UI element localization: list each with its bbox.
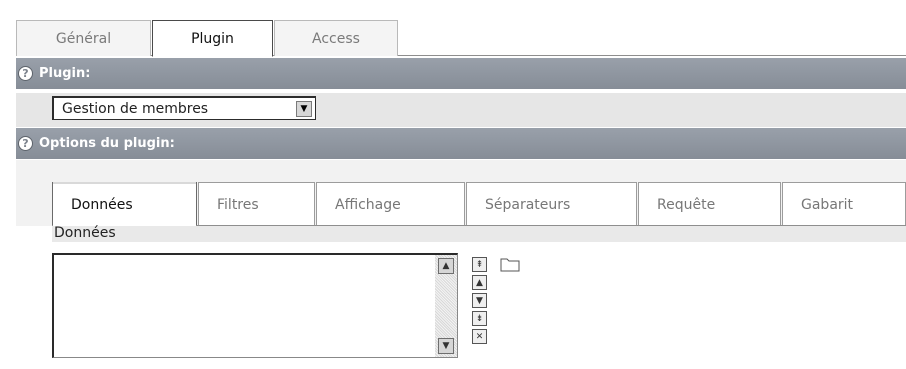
move-up-icon[interactable]: ▲: [472, 275, 487, 290]
tab-donnees-label: Données: [71, 196, 133, 213]
field-label-row: [52, 226, 906, 242]
tab-requete[interactable]: Requête: [638, 182, 781, 226]
move-to-top-icon[interactable]: ⇞: [472, 257, 487, 272]
tab-filtres-label: Filtres: [217, 196, 259, 213]
tab-plugin[interactable]: Plugin: [152, 20, 273, 57]
list-scrollbar[interactable]: ▲ ▼: [435, 255, 457, 357]
tab-requete-label: Requête: [657, 196, 716, 213]
folder-icon[interactable]: [500, 256, 520, 272]
move-down-icon[interactable]: ▼: [472, 293, 487, 308]
tab-affichage[interactable]: Affichage: [316, 182, 465, 226]
tab-general[interactable]: Général: [16, 20, 151, 56]
tab-affichage-label: Affichage: [335, 196, 401, 213]
tab-plugin-label: Plugin: [191, 30, 234, 47]
tab-separateurs-label: Séparateurs: [485, 196, 571, 213]
scroll-down-icon[interactable]: ▼: [438, 338, 454, 354]
tab-access[interactable]: Access: [274, 20, 398, 56]
plugin-section-header: ? Plugin:: [16, 58, 906, 89]
remove-icon[interactable]: ✕: [472, 329, 487, 344]
chevron-down-icon[interactable]: ▼: [296, 101, 312, 117]
donnees-list-box[interactable]: ▲ ▼: [52, 253, 458, 358]
tab-gabarit-label: Gabarit: [801, 196, 854, 213]
options-section-header: ? Options du plugin:: [16, 128, 906, 159]
tab-separateurs[interactable]: Séparateurs: [466, 182, 637, 226]
help-icon[interactable]: ?: [18, 66, 33, 81]
tab-donnees[interactable]: Données: [52, 182, 197, 226]
donnees-field-label: Données: [54, 225, 116, 241]
tab-gabarit[interactable]: Gabarit: [782, 182, 906, 226]
plugin-select[interactable]: Gestion de membres ▼: [52, 96, 316, 120]
plugin-select-value: Gestion de membres: [62, 100, 209, 117]
tab-access-label: Access: [312, 30, 360, 47]
tab-filtres[interactable]: Filtres: [198, 182, 315, 226]
active-tab-highlight: [53, 182, 196, 184]
options-section-title: Options du plugin:: [39, 136, 175, 151]
scroll-up-icon[interactable]: ▲: [438, 258, 454, 274]
tab-general-label: Général: [55, 30, 112, 47]
help-icon[interactable]: ?: [18, 136, 33, 151]
move-to-bottom-icon[interactable]: ⇟: [472, 311, 487, 326]
plugin-section-title: Plugin:: [39, 66, 91, 81]
